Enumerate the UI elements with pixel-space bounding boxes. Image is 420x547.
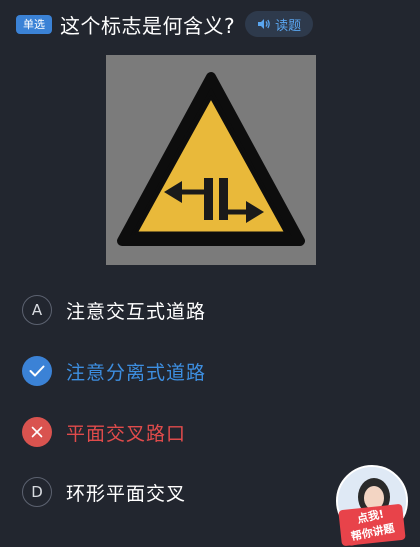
question-header: 单选 这个标志是何含义? 读题 [16, 9, 314, 39]
question-text: 这个标志是何含义? [60, 13, 236, 38]
option-d-text: 环形平面交叉 [66, 482, 187, 505]
explain-helper-button[interactable]: 点我! 帮你讲题 [332, 465, 412, 547]
option-a[interactable]: A 注意交互式道路 [22, 293, 206, 327]
option-d[interactable]: D 环形平面交叉 [22, 475, 186, 509]
traffic-sign-image [106, 55, 316, 265]
checkmark-icon [22, 356, 52, 386]
option-b[interactable]: 注意分离式道路 [22, 354, 206, 388]
option-a-text: 注意交互式道路 [66, 300, 207, 323]
option-b-text: 注意分离式道路 [66, 361, 207, 384]
option-d-letter: D [22, 477, 52, 507]
option-c-text: 平面交叉路口 [66, 422, 187, 445]
read-question-label: 读题 [275, 18, 302, 34]
warning-sign-icon [117, 72, 305, 246]
helper-label: 点我! 帮你讲题 [332, 503, 412, 547]
speaker-icon [258, 19, 270, 29]
option-a-letter: A [22, 295, 52, 325]
question-type-badge: 单选 [16, 14, 52, 34]
read-question-button[interactable]: 读题 [245, 11, 314, 37]
cross-icon [22, 417, 52, 447]
option-c[interactable]: 平面交叉路口 [22, 415, 186, 449]
